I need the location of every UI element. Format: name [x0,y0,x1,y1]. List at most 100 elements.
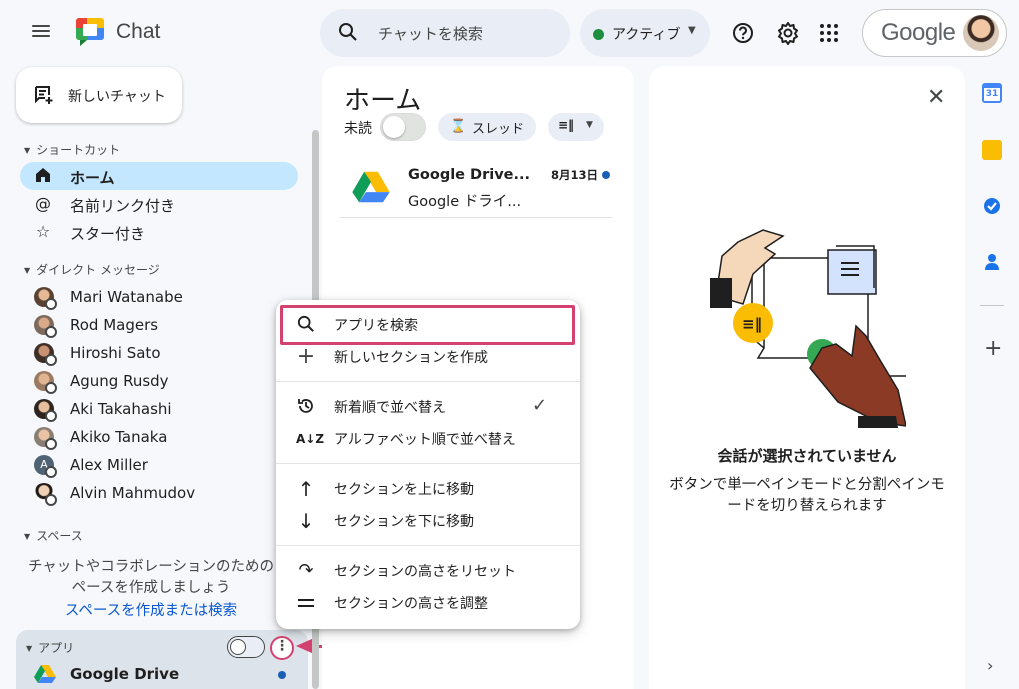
spaces-section-header[interactable]: ▼ スペース [24,527,83,544]
create-space-link[interactable]: スペースを作成または検索 [20,599,282,620]
menu-item-label: アルファベット順で並べ替え [334,432,516,448]
arrow-down-icon: ↓ [297,509,315,533]
search-bar[interactable]: チャットを検索 [320,9,570,57]
dm-name: Agung Rusdy [70,372,169,390]
contacts-icon[interactable] [982,252,1002,272]
dm-item[interactable]: Akiko Tanaka [20,423,298,451]
avatar [34,315,57,338]
apps-heading: アプリ [38,641,75,655]
conversation-item[interactable]: Google Drive... Google ドライ... 8月13日 [340,160,612,218]
sidebar-item-mentions[interactable]: @ 名前リンク付き [20,190,298,218]
add-addon-icon[interactable]: + [984,336,1002,361]
avatar [34,287,57,310]
menu-item-new-section[interactable]: + 新しいセクションを作成 [276,341,580,373]
apps-section-header[interactable]: ▼ アプリ [26,639,74,656]
spaces-desc-line: ペースを作成しましょう [71,580,231,596]
account-button[interactable]: Google [862,9,1007,57]
help-icon[interactable] [732,22,754,48]
menu-item-move-up[interactable]: ↑ セクションを上に移動 [276,473,580,505]
menu-item-label: アプリを検索 [334,318,418,334]
app-name: Chat [116,20,161,43]
shortcuts-section-header[interactable]: ▼ ショートカット [24,141,120,158]
calendar-icon[interactable]: 31 [982,83,1002,103]
menu-item-find-apps[interactable]: アプリを検索 [276,309,580,341]
search-placeholder: チャットを検索 [378,25,483,43]
star-icon: ☆ [35,222,51,241]
avatar [34,371,57,394]
history-icon [296,397,316,417]
sidebar-item-starred[interactable]: ☆ スター付き [20,218,298,246]
sidebar-item-label: ホーム [70,169,115,187]
drag-handle-icon [296,593,316,613]
sidebar-item-home[interactable]: ホーム [20,162,298,190]
google-drive-icon [34,665,56,688]
keep-icon[interactable] [982,140,1002,160]
dm-item[interactable]: Rod Magers [20,311,298,339]
svg-text:≡‖: ≡‖ [742,315,762,334]
at-icon: @ [35,194,51,213]
apps-grid-icon[interactable] [820,24,838,46]
close-icon[interactable]: ✕ [927,85,945,110]
gear-icon[interactable] [776,21,800,49]
empty-state-illustration: ≡‖ [706,226,907,435]
dm-item[interactable]: Hiroshi Sato [20,339,298,367]
dm-name: Mari Watanabe [70,288,183,306]
split-pane-icon: ≡‖ [558,118,575,132]
threads-chip-label: スレッド [472,122,525,137]
menu-item-sort-recent[interactable]: 新着順で並べ替え ✓ [276,391,580,423]
layout-filter-chip[interactable]: ≡‖ ▼ [548,113,604,141]
sort-az-icon: A↓Z [296,432,325,446]
chevron-right-icon[interactable]: › [987,656,993,675]
conversation-title: Google Drive... [408,167,531,183]
new-chat-button[interactable]: 新しいチャット [16,67,182,123]
app-name-label: Google Drive [70,665,180,683]
dm-item[interactable]: A Alex Miller [20,451,298,479]
main-menu-button[interactable] [32,22,54,44]
chat-logo-icon [73,15,107,49]
app-item-google-drive[interactable]: Google Drive [34,664,179,688]
apps-more-options-button[interactable]: ⋮ [270,636,294,660]
conversation-date: 8月13日 [551,168,599,182]
status-dropdown[interactable]: アクティブ ▼ [580,9,710,57]
user-avatar [963,15,999,51]
menu-item-label: セクションの高さをリセット [334,564,516,580]
unread-toggle[interactable] [380,113,426,141]
empty-desc-line: ードを切り替えられます [727,498,887,514]
menu-divider [276,463,580,464]
menu-divider [276,381,580,382]
dm-item[interactable]: Aki Takahashi [20,395,298,423]
dm-section-header[interactable]: ▼ ダイレクト メッセージ [24,261,160,278]
menu-item-reset-height[interactable]: ↷ セクションの高さをリセット [276,555,580,587]
menu-item-move-down[interactable]: ↓ セクションを下に移動 [276,505,580,537]
shortcuts-heading: ショートカット [36,143,121,157]
search-icon [296,315,316,335]
menu-item-label: 新しいセクションを作成 [334,350,488,366]
menu-divider [276,545,580,546]
tasks-icon[interactable] [982,196,1002,216]
dm-name: Hiroshi Sato [70,344,161,362]
check-icon: ✓ [532,395,548,416]
more-vert-icon: ⋮ [275,638,289,654]
spaces-heading: スペース [36,529,83,543]
empty-state-title: 会話が選択されていません [717,447,897,465]
sidebar-item-label: スター付き [70,225,146,243]
unread-indicator [602,171,610,179]
home-icon [34,167,52,185]
menu-item-adjust-height[interactable]: セクションの高さを調整 [276,587,580,619]
avatar [34,427,57,450]
caret-down-icon: ▼ [24,532,31,541]
apps-toggle[interactable] [227,636,265,658]
menu-item-sort-alpha[interactable]: A↓Z アルファベット順で並べ替え [276,423,580,455]
plus-icon: + [296,344,316,369]
menu-item-label: セクションを下に移動 [334,514,474,530]
threads-chip[interactable]: ⌛ スレッド [438,113,536,141]
conversation-preview: Google ドライ... [408,194,522,210]
avatar [34,343,57,366]
dm-item[interactable]: Alvin Mahmudov [20,479,298,507]
google-brand: Google [881,19,956,46]
dm-item[interactable]: Agung Rusdy [20,367,298,395]
threads-icon: ⌛ [450,119,467,134]
menu-item-label: セクションの高さを調整 [334,596,488,612]
dm-item[interactable]: Mari Watanabe [20,283,298,311]
dm-name: Aki Takahashi [70,400,172,418]
